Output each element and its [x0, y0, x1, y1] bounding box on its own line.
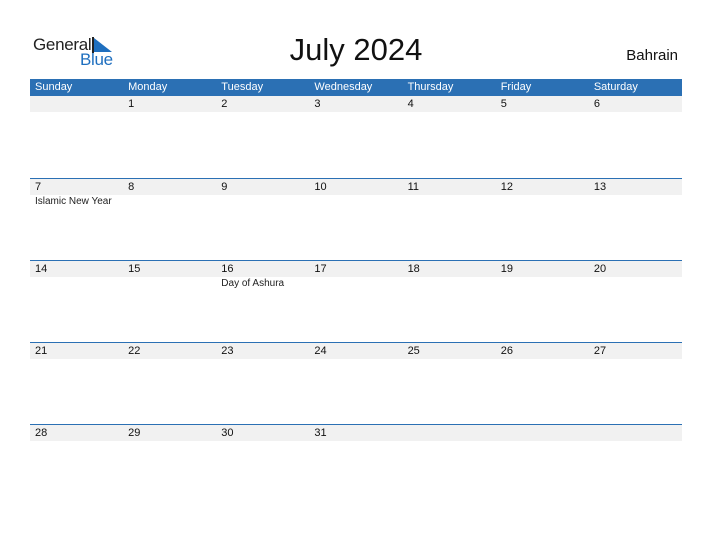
weekday-sunday: Sunday — [35, 81, 73, 93]
day-number: 24 — [314, 345, 327, 357]
weekday-saturday: Saturday — [593, 81, 638, 93]
day-number: 27 — [593, 345, 607, 357]
day-number: 10 — [314, 181, 327, 193]
event-day-of-ashura: Day of Ashura — [221, 278, 285, 289]
day-number: 5 — [500, 98, 507, 110]
day-number: 26 — [500, 345, 513, 357]
weekday-header: Sunday Monday Tuesday Wednesday Thursday… — [30, 79, 682, 96]
day-number: 7 — [35, 181, 42, 193]
country-label: Bahrain — [626, 47, 678, 64]
calendar-grid: Sunday Monday Tuesday Wednesday Thursday… — [30, 79, 682, 506]
day-number — [496, 425, 589, 441]
weekday-wednesday: Wednesday — [314, 81, 373, 93]
event-label — [589, 195, 682, 209]
weekday-tuesday: Tuesday — [221, 81, 264, 93]
day-number: 28 — [35, 427, 48, 439]
week-row: 7 8 9 10 11 12 13 Islamic New Year — [30, 178, 682, 260]
day-number: 4 — [407, 98, 414, 110]
day-number: 21 — [35, 345, 48, 357]
week-row: 28 29 30 31 — [30, 424, 682, 506]
event-label — [30, 277, 123, 291]
week-row: 1 2 3 4 5 6 — [30, 96, 682, 178]
day-number — [589, 425, 682, 441]
week-row: 14 15 16 17 18 19 20 Day of Ashura — [30, 260, 682, 342]
day-number: 17 — [314, 263, 327, 275]
day-number: 19 — [500, 263, 513, 275]
day-number: 18 — [407, 263, 420, 275]
day-number: 30 — [221, 427, 234, 439]
event-label — [216, 195, 309, 209]
day-number: 14 — [35, 263, 48, 275]
event-label — [403, 195, 496, 209]
event-label — [496, 277, 589, 291]
day-number: 1 — [128, 98, 135, 110]
week-row: 21 22 23 24 25 26 27 — [30, 342, 682, 424]
event-label — [589, 277, 682, 291]
day-number — [403, 425, 496, 441]
day-number: 3 — [314, 98, 321, 110]
day-number: 22 — [128, 345, 141, 357]
day-number: 31 — [314, 427, 327, 439]
calendar-title: July 2024 — [289, 32, 423, 67]
day-number: 11 — [407, 181, 419, 193]
weekday-friday: Friday — [500, 81, 532, 93]
event-label — [123, 195, 216, 209]
day-number: 20 — [593, 263, 607, 275]
event-label — [496, 195, 589, 209]
day-number: 8 — [128, 181, 135, 193]
day-number: 9 — [221, 181, 228, 193]
day-number: 29 — [128, 427, 141, 439]
event-label — [123, 277, 216, 291]
day-number: 2 — [221, 98, 228, 110]
day-number: 15 — [128, 263, 141, 275]
event-label — [309, 277, 402, 291]
weekday-monday: Monday — [128, 81, 168, 93]
day-number: 12 — [500, 181, 513, 193]
event-islamic-new-year: Islamic New Year — [35, 196, 112, 207]
day-number: 16 — [221, 263, 234, 275]
day-number — [30, 96, 123, 112]
day-number: 13 — [593, 181, 607, 193]
event-label — [403, 277, 496, 291]
day-number: 6 — [593, 98, 600, 110]
day-number: 25 — [407, 345, 420, 357]
event-label — [309, 195, 402, 209]
day-number: 23 — [221, 345, 234, 357]
weekday-thursday: Thursday — [407, 81, 454, 93]
